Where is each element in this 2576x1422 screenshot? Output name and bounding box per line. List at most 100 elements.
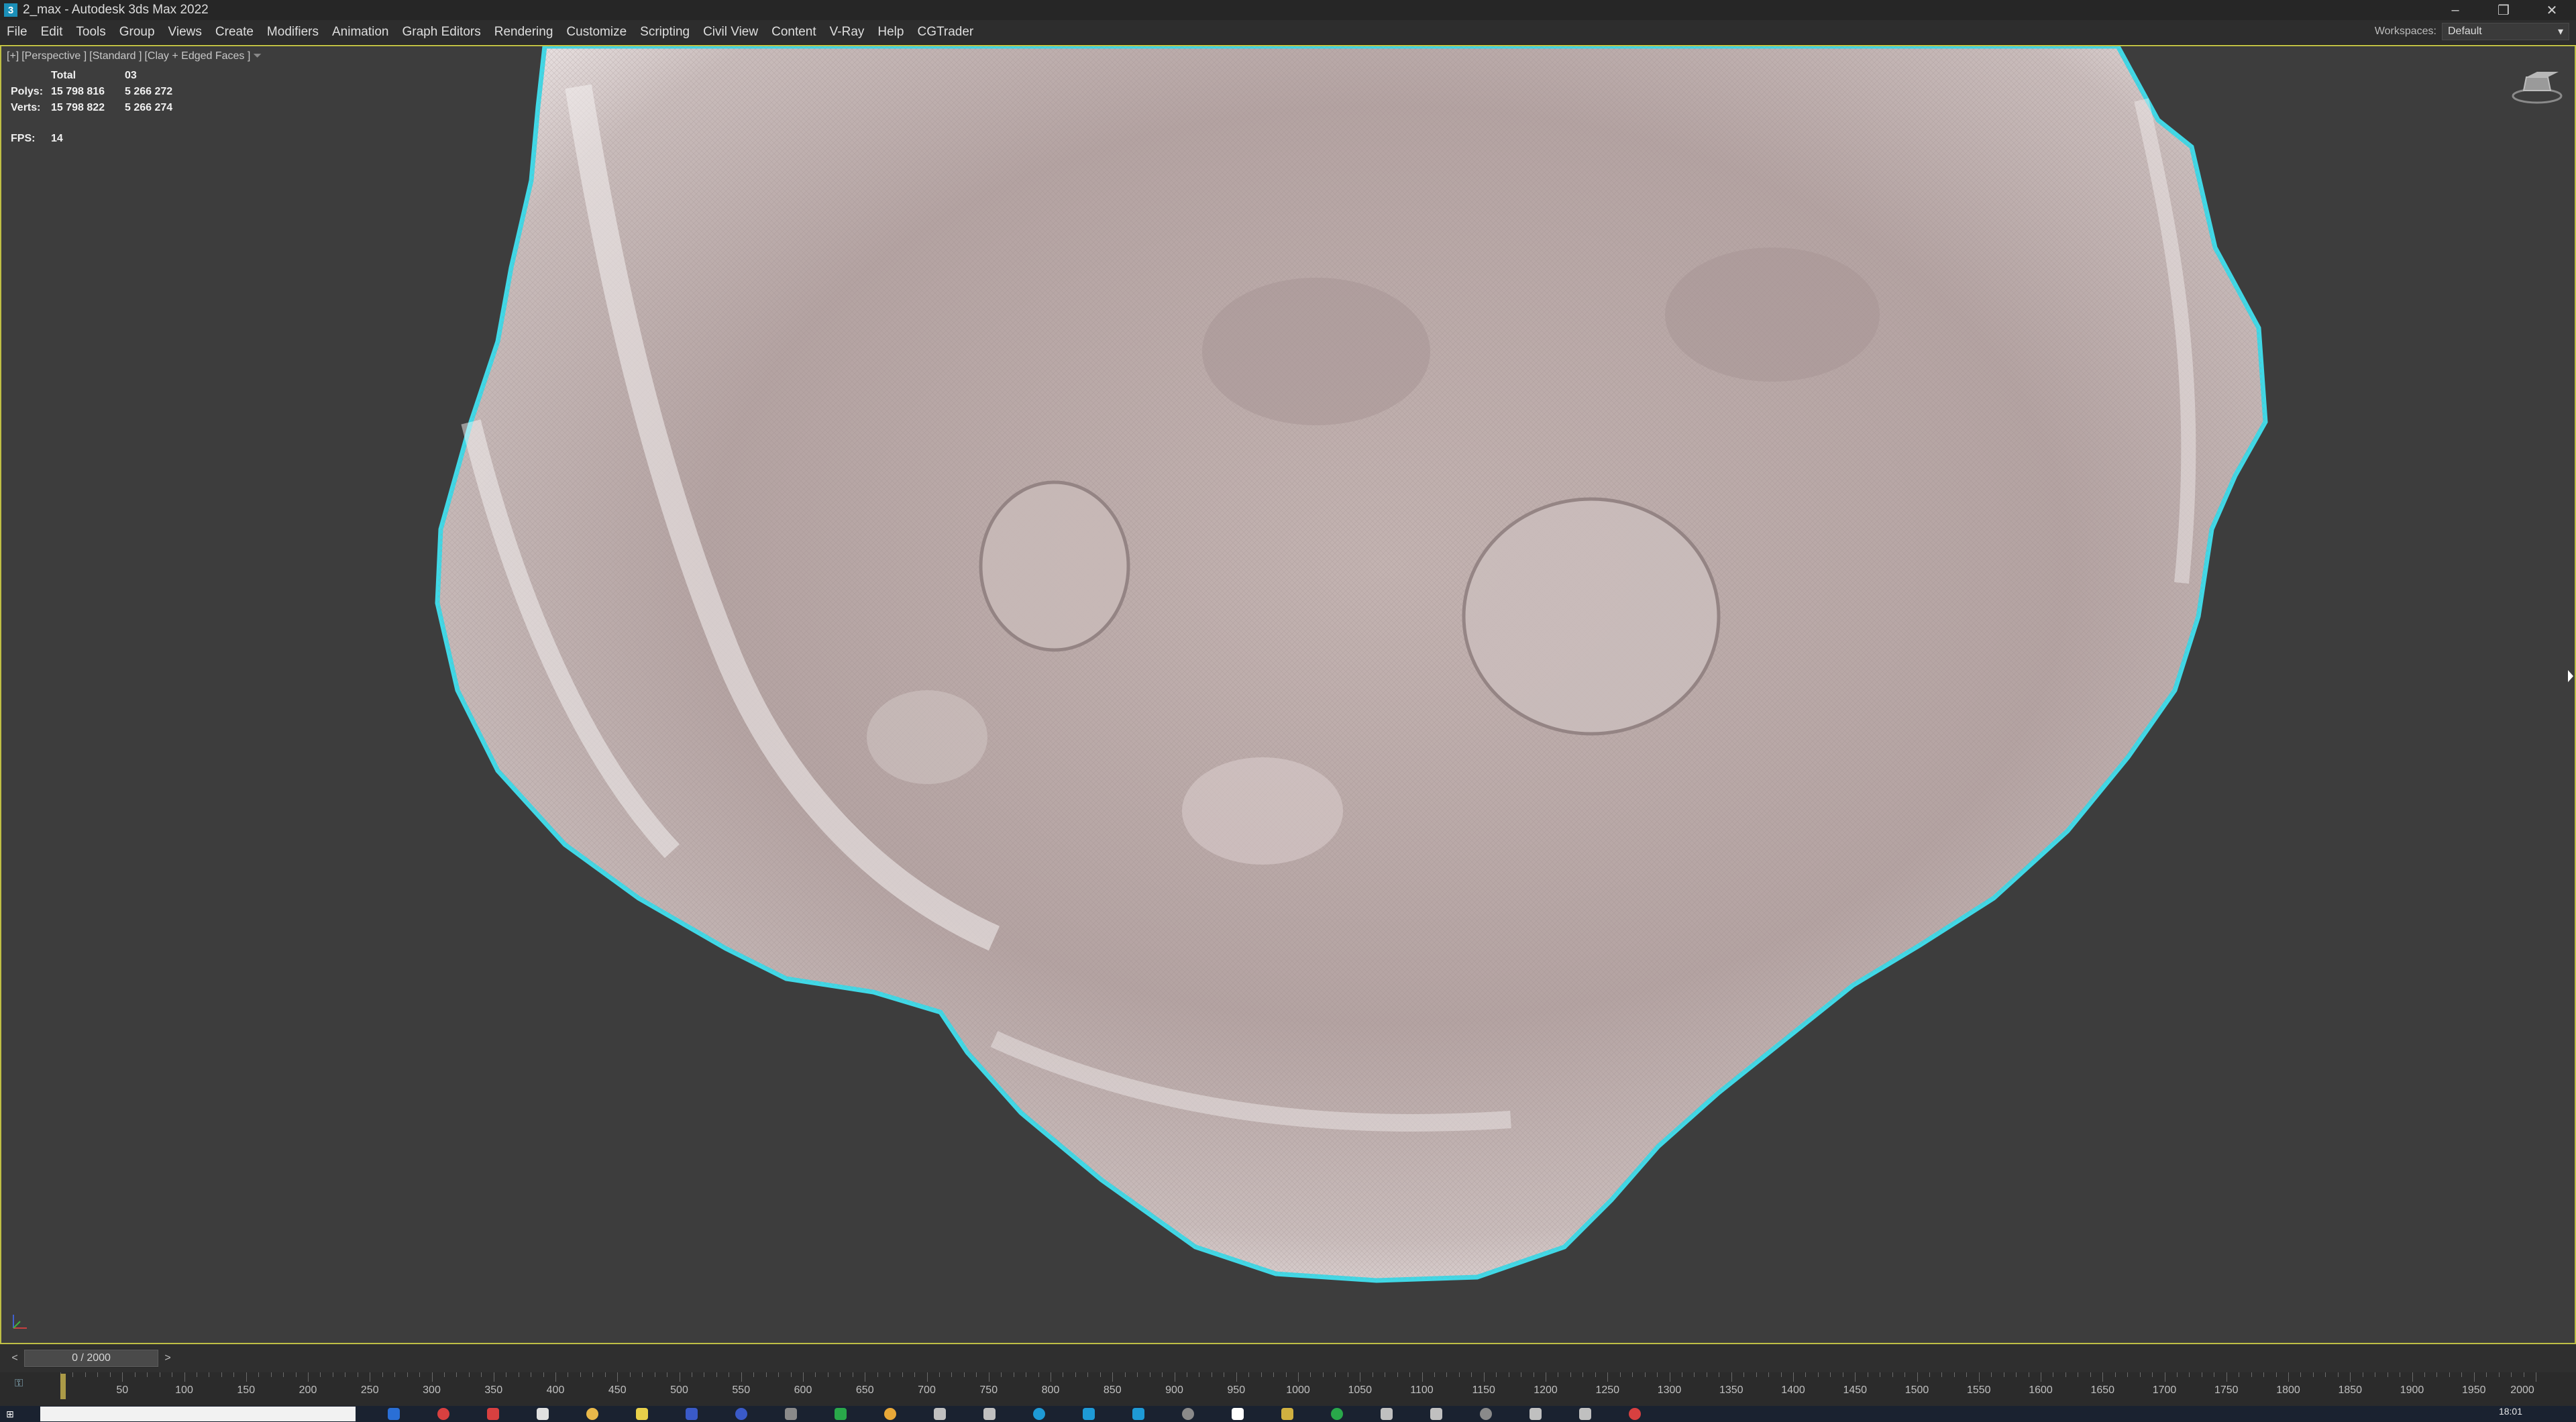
taskbar-app-icon[interactable] (1579, 1408, 1591, 1420)
menu-item-rendering[interactable]: Rendering (488, 25, 560, 40)
taskbar-app-icon[interactable] (1083, 1408, 1095, 1420)
menu-item-create[interactable]: Create (209, 25, 260, 40)
taskbar-app-icon[interactable] (1232, 1408, 1244, 1420)
menu-item-content[interactable]: Content (765, 25, 823, 40)
taskbar-app-icon[interactable] (835, 1408, 847, 1420)
taskbar-app-icon[interactable] (537, 1408, 549, 1420)
viewport-label-part[interactable]: [Perspective ] (21, 50, 87, 62)
windows-start-icon[interactable]: ⊞ (0, 1406, 20, 1422)
track-bar[interactable]: ⚿ 50 100 150 200 250 300 350 400 450 500 550 600 650… (0, 1372, 2576, 1406)
menu-item-scripting[interactable]: Scripting (633, 25, 696, 40)
key-filter-icon[interactable]: ⚿ (15, 1378, 23, 1390)
ruler-tick (2139, 1372, 2141, 1377)
ruler-tick-label: 850 (1103, 1384, 1122, 1396)
taskbar-app-icon[interactable] (686, 1408, 698, 1420)
time-slider-prev-button[interactable]: < (8, 1350, 21, 1367)
taskbar-app-icon[interactable] (983, 1408, 996, 1420)
menu-item-customize[interactable]: Customize (559, 25, 633, 40)
ruler-tick (1298, 1372, 1299, 1382)
ruler-tick (1483, 1372, 1485, 1382)
app-window: 3 2_max - Autodesk 3ds Max 2022 – ❐ ✕ Fi… (0, 0, 2576, 1422)
ruler-tick (481, 1372, 482, 1377)
taskbar-app-icon[interactable] (388, 1408, 400, 1420)
menu-item-help[interactable]: Help (871, 25, 910, 40)
menu-item-edit[interactable]: Edit (34, 25, 70, 40)
taskbar-app-icon[interactable] (487, 1408, 499, 1420)
menu-item-modifiers[interactable]: Modifiers (260, 25, 325, 40)
polys-label: Polys: (11, 86, 44, 97)
ruler-tick (1632, 1372, 1633, 1377)
taskbar-app-icon[interactable] (785, 1408, 797, 1420)
close-button[interactable]: ✕ (2528, 0, 2576, 20)
menu-item-views[interactable]: Views (162, 25, 209, 40)
taskbar-app-icon[interactable] (1331, 1408, 1343, 1420)
ruler-tick (1953, 1372, 1955, 1377)
taskbar-app-icon[interactable] (1182, 1408, 1194, 1420)
ruler-tick (1607, 1372, 1609, 1382)
ruler-tick (2251, 1372, 2252, 1377)
ruler-tick (790, 1372, 792, 1377)
taskbar-app-icon[interactable] (934, 1408, 946, 1420)
ruler-tick-label: 1700 (2152, 1384, 2177, 1396)
taskbar-app-icon[interactable] (1629, 1408, 1641, 1420)
menu-item-graph-editors[interactable]: Graph Editors (396, 25, 488, 40)
ruler-tick-label: 450 (608, 1384, 627, 1396)
ruler-tick (1941, 1372, 1943, 1377)
taskbar-app-icon[interactable] (884, 1408, 896, 1420)
ruler-tick (629, 1372, 631, 1377)
viewcube-icon[interactable] (2509, 66, 2565, 107)
menu-item-animation[interactable]: Animation (325, 25, 396, 40)
viewport-label-part[interactable]: [+] (7, 50, 19, 62)
ruler-tick (2461, 1372, 2463, 1377)
filter-icon[interactable]: ⏷ (253, 50, 262, 62)
ruler-tick (97, 1372, 99, 1377)
menu-item-group[interactable]: Group (113, 25, 162, 40)
taskbar-app-icon[interactable] (735, 1408, 747, 1420)
ruler-tick (1991, 1372, 1992, 1377)
menu-item-v-ray[interactable]: V-Ray (823, 25, 871, 40)
viewport-label[interactable]: [+] [Perspective ] [Standard ] [Clay + Edge… (7, 50, 264, 62)
mesh-wireframe-overlay (437, 46, 2265, 1280)
time-slider-next-button[interactable]: > (161, 1350, 174, 1367)
time-slider-track[interactable]: 0 / 2000 (24, 1349, 158, 1368)
stats-total-spacer (11, 68, 51, 84)
ruler-tick-label: 300 (423, 1384, 441, 1396)
ruler-tick-label: 1950 (2461, 1384, 2486, 1396)
restore-button[interactable]: ❐ (2479, 0, 2528, 20)
taskbar-search-input[interactable] (40, 1407, 356, 1421)
ruler-tick (1978, 1372, 1980, 1382)
playhead-marker[interactable] (60, 1374, 66, 1399)
crater-shadow (1202, 278, 1430, 425)
taskbar-app-icon[interactable] (1132, 1408, 1144, 1420)
frame-ruler[interactable]: 50 100 150 200 250 300 350 400 450 500 550 600 650 70… (60, 1372, 2536, 1406)
taskbar-app-icon[interactable] (1529, 1408, 1542, 1420)
minimize-button[interactable]: – (2431, 0, 2479, 20)
taskbar-app-icon[interactable] (586, 1408, 598, 1420)
ruler-tick-label: 400 (546, 1384, 565, 1396)
taskbar-app-icon[interactable] (1430, 1408, 1442, 1420)
menu-item-file[interactable]: File (0, 25, 34, 40)
menu-item-cgtrader[interactable]: CGTrader (910, 25, 980, 40)
time-slider-thumb[interactable]: 0 / 2000 (24, 1350, 158, 1367)
ruler-tick (2449, 1372, 2450, 1377)
taskbar-app-icon[interactable] (1480, 1408, 1492, 1420)
viewport-label-part[interactable]: [Clay + Edged Faces ] (144, 50, 250, 62)
ruler-tick (555, 1372, 556, 1382)
taskbar-app-icon[interactable] (437, 1408, 449, 1420)
taskbar-app-icon[interactable] (1281, 1408, 1293, 1420)
taskbar-app-icon[interactable] (1033, 1408, 1045, 1420)
ruler-tick (1756, 1372, 1757, 1377)
menu-item-tools[interactable]: Tools (69, 25, 112, 40)
viewport-label-part[interactable]: [Standard ] (89, 50, 142, 62)
workspaces-dropdown[interactable]: Default ▾ (2442, 23, 2569, 40)
ruler-tick (2424, 1372, 2425, 1377)
3ds-max-icon[interactable]: 3 (4, 3, 17, 17)
menu-item-civil-view[interactable]: Civil View (696, 25, 765, 40)
fps-value: 14 (51, 133, 63, 144)
taskbar-app-icon[interactable] (1381, 1408, 1393, 1420)
asteroid-mesh[interactable] (1, 46, 2575, 1343)
ruler-tick (1162, 1372, 1163, 1377)
ruler-tick (642, 1372, 643, 1377)
perspective-viewport[interactable]: [+] [Perspective ] [Standard ] [Clay + Edge… (0, 45, 2576, 1344)
taskbar-app-icon[interactable] (636, 1408, 648, 1420)
